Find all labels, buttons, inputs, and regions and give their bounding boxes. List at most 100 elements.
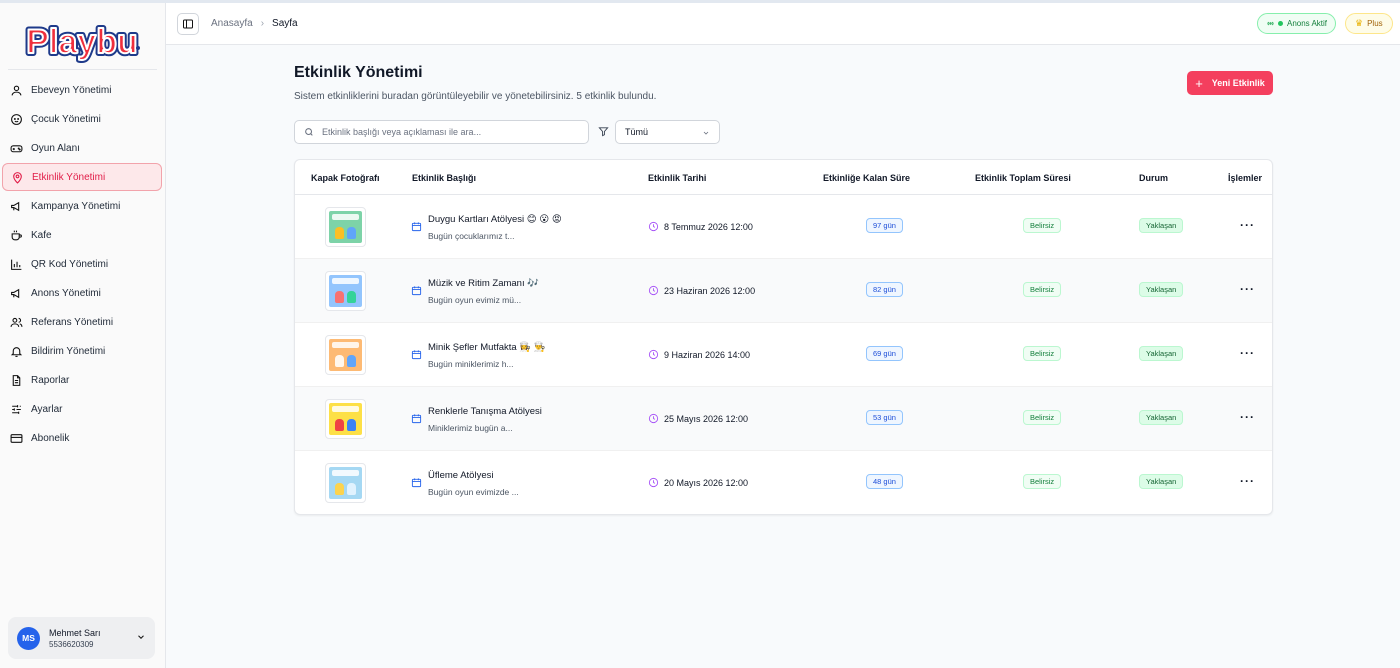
status-badge: Yaklaşan — [1139, 218, 1184, 233]
sidebar-item-label: Bildirim Yönetimi — [31, 345, 106, 357]
cover-image — [329, 403, 362, 435]
sidebar-item-label: Referans Yönetimi — [31, 316, 114, 328]
sidebar-item-oyun-alani[interactable]: Oyun Alanı — [2, 134, 162, 162]
sidebar-item-etkinlik[interactable]: Etkinlik Yönetimi — [2, 163, 162, 191]
cover-image — [329, 275, 362, 307]
total-duration-badge: Belirsiz — [1023, 410, 1062, 425]
table-row[interactable]: Üfleme Atölyesi Bugün oyun evimizde ... … — [295, 451, 1272, 514]
filter-icon — [598, 127, 609, 137]
row-actions-button[interactable]: ··· — [1240, 474, 1255, 488]
sidebar-item-bildirim[interactable]: Bildirim Yönetimi — [2, 337, 162, 365]
event-title: Duygu Kartları Atölyesi 😊 😮 😡 — [428, 214, 562, 225]
sidebar-item-qr-kod[interactable]: QR Kod Yönetimi — [2, 250, 162, 278]
row-actions-button[interactable]: ··· — [1240, 346, 1255, 360]
bell-icon — [10, 346, 23, 357]
coffee-icon — [11, 230, 22, 240]
credit-card-icon — [10, 433, 23, 443]
table-header: Kapak Fotoğrafı Etkinlik Başlığı Etkinli… — [295, 160, 1272, 195]
search-icon — [305, 128, 313, 136]
calendar-icon — [411, 350, 422, 360]
status-badge: Yaklaşan — [1139, 410, 1184, 425]
clock-icon — [648, 413, 659, 424]
sidebar-item-kampanya[interactable]: Kampanya Yönetimi — [2, 192, 162, 220]
megaphone-icon — [11, 288, 20, 298]
clock-icon — [648, 349, 659, 360]
sidebar-item-kafe[interactable]: Kafe — [2, 221, 162, 249]
sidebar-item-label: Etkinlik Yönetimi — [32, 171, 106, 183]
sidebar-item-referans[interactable]: Referans Yönetimi — [2, 308, 162, 336]
cover-thumbnail[interactable] — [325, 399, 366, 439]
bar-chart-icon — [11, 259, 22, 270]
row-actions-button[interactable]: ··· — [1240, 282, 1255, 296]
sidebar-item-label: Çocuk Yönetimi — [31, 113, 101, 125]
total-duration-badge: Belirsiz — [1023, 218, 1062, 233]
user-icon — [11, 85, 22, 95]
new-event-button[interactable]: + Yeni Etkinlik — [1187, 71, 1273, 95]
sidebar-item-ebeveyn[interactable]: Ebeveyn Yönetimi — [2, 76, 162, 104]
sidebar-item-label: QR Kod Yönetimi — [31, 258, 109, 270]
sidebar-item-cocuk[interactable]: Çocuk Yönetimi — [2, 105, 162, 133]
chevron-down-icon — [703, 131, 709, 135]
total-duration-badge: Belirsiz — [1023, 474, 1062, 489]
plus-plan-badge[interactable]: ♛ Plus — [1345, 13, 1393, 34]
top-header: Anasayfa › Sayfa Anons Aktif ♛ Plus — [166, 3, 1400, 45]
sidebar-item-label: Raporlar — [31, 374, 70, 386]
playbu-logo[interactable]: Playbu Playbu — [22, 17, 142, 65]
table-row[interactable]: Minik Şefler Mutfakta 👩‍🍳 👨‍🍳 Bugün mini… — [295, 323, 1272, 387]
event-title: Minik Şefler Mutfakta 👩‍🍳 👨‍🍳 — [428, 342, 546, 353]
event-description: Bugün oyun evimizde ... — [428, 487, 519, 497]
panel-left-icon — [183, 19, 193, 29]
sidebar-item-label: Ebeveyn Yönetimi — [31, 84, 112, 96]
anons-badge-label: Anons Aktif — [1287, 19, 1328, 28]
baby-face-icon — [11, 113, 22, 125]
column-header-title: Etkinlik Başlığı — [412, 173, 477, 183]
avatar: MS — [17, 626, 40, 650]
users-icon — [10, 317, 23, 327]
column-header-status: Durum — [1139, 173, 1168, 183]
row-actions-button[interactable]: ··· — [1240, 218, 1255, 232]
user-phone: 5536620309 — [49, 639, 94, 649]
total-duration-badge: Belirsiz — [1023, 282, 1062, 297]
sidebar-toggle-button[interactable] — [177, 13, 199, 35]
cover-image — [329, 339, 362, 371]
remaining-days-badge: 53 gün — [866, 410, 903, 425]
table-row[interactable]: Müzik ve Ritim Zamanı 🎶 Bugün oyun evimi… — [295, 259, 1272, 323]
cover-image — [329, 211, 362, 243]
anons-status-badge[interactable]: Anons Aktif — [1257, 13, 1337, 34]
sidebar-item-abonelik[interactable]: Abonelik — [2, 424, 162, 452]
event-description: Bugün oyun evimiz mü... — [428, 295, 522, 305]
sidebar-item-anons[interactable]: Anons Yönetimi — [2, 279, 162, 307]
megaphone-icon — [11, 201, 20, 211]
breadcrumb-home[interactable]: Anasayfa — [211, 18, 253, 29]
status-badge: Yaklaşan — [1139, 282, 1184, 297]
chevron-down-icon — [138, 635, 144, 639]
column-header-total: Etkinlik Toplam Süresi — [975, 173, 1071, 183]
user-menu[interactable]: MS Mehmet Sarı 5536620309 — [8, 617, 155, 659]
sidebar-item-ayarlar[interactable]: Ayarlar — [2, 395, 162, 423]
cover-image — [329, 467, 362, 499]
remaining-days-badge: 82 gün — [866, 282, 903, 297]
sidebar-item-raporlar[interactable]: Raporlar — [2, 366, 162, 394]
new-event-label: Yeni Etkinlik — [1211, 78, 1265, 88]
user-name: Mehmet Sarı — [49, 627, 101, 638]
breadcrumb-current: Sayfa — [272, 18, 298, 29]
crown-icon: ♛ — [1355, 18, 1364, 28]
file-text-icon — [12, 374, 21, 386]
cover-thumbnail[interactable] — [325, 463, 366, 503]
event-title: Üfleme Atölyesi — [428, 470, 494, 481]
sidebar-item-label: Kafe — [31, 229, 52, 241]
search-input[interactable] — [322, 127, 572, 137]
table-row[interactable]: Duygu Kartları Atölyesi 😊 😮 😡 Bugün çocu… — [295, 195, 1272, 259]
column-header-cover: Kapak Fotoğrafı — [311, 173, 380, 183]
cover-thumbnail[interactable] — [325, 271, 366, 311]
table-row[interactable]: Renklerle Tanışma Atölyesi Miniklerimiz … — [295, 387, 1272, 451]
remaining-days-badge: 69 gün — [866, 346, 903, 361]
calendar-icon — [411, 414, 422, 424]
cover-thumbnail[interactable] — [325, 335, 366, 375]
status-filter-select[interactable]: Tümü — [615, 120, 720, 144]
remaining-days-badge: 48 gün — [866, 474, 903, 489]
cover-thumbnail[interactable] — [325, 207, 366, 247]
broadcast-icon — [1267, 21, 1274, 26]
row-actions-button[interactable]: ··· — [1240, 410, 1255, 424]
user-info: Mehmet Sarı 5536620309 — [49, 628, 101, 649]
